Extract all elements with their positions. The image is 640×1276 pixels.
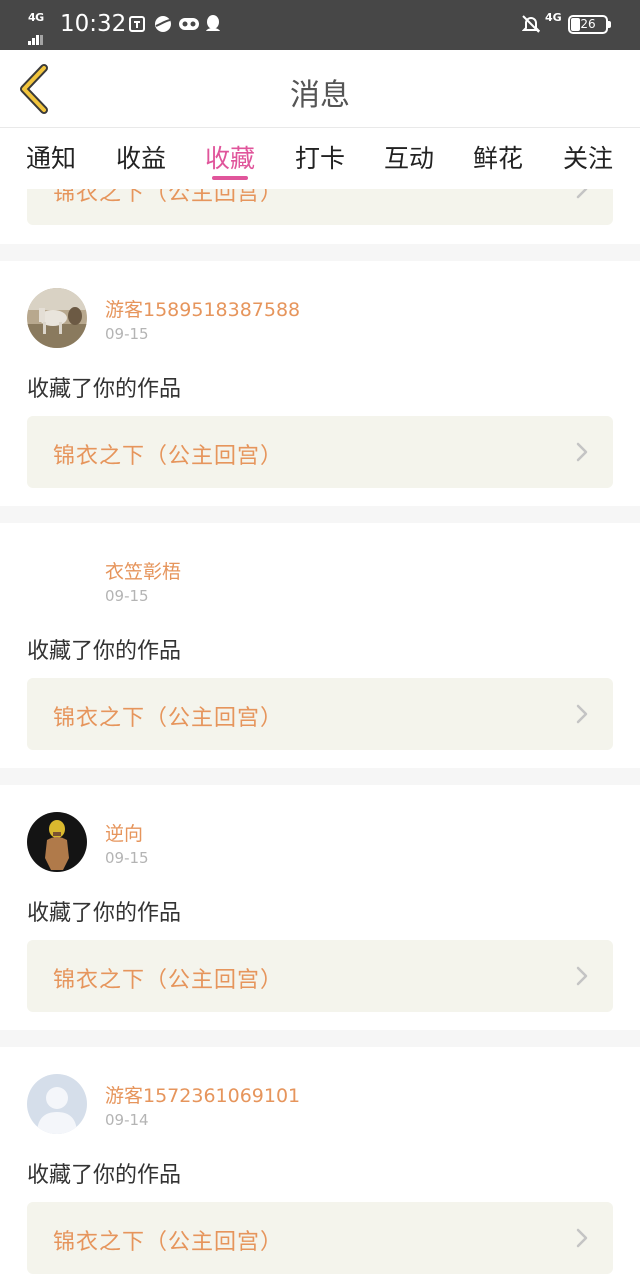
- browser-notification-icon: [155, 16, 171, 32]
- message-card: 锦衣之下（公主回宫）: [0, 189, 640, 244]
- message-card: 游客1589518387588 09-15 收藏了你的作品 锦衣之下（公主回宫）: [0, 261, 640, 506]
- chevron-right-icon: [576, 704, 588, 724]
- work-link[interactable]: 锦衣之下（公主回宫）: [27, 416, 613, 488]
- username[interactable]: 衣笠彰梧: [105, 557, 181, 584]
- message-date: 09-15: [105, 587, 149, 605]
- work-link[interactable]: 锦衣之下（公主回宫）: [27, 940, 613, 1012]
- username[interactable]: 游客1589518387588: [105, 295, 300, 322]
- work-title: 锦衣之下（公主回宫）: [53, 444, 284, 469]
- message-text: 收藏了你的作品: [27, 377, 182, 402]
- work-title: 锦衣之下（公主回宫）: [53, 189, 284, 206]
- nav-bar: 消息: [0, 50, 640, 128]
- blank-avatar: [27, 550, 87, 610]
- qq-icon: [206, 15, 220, 31]
- work-link[interactable]: 锦衣之下（公主回宫）: [27, 678, 613, 750]
- avatar[interactable]: [27, 288, 87, 348]
- chevron-right-icon: [576, 966, 588, 986]
- clock: 10:32: [60, 11, 127, 37]
- work-title: 锦衣之下（公主回宫）: [53, 968, 284, 993]
- username[interactable]: 游客1572361069101: [105, 1081, 300, 1108]
- horse-photo-avatar: [27, 288, 87, 348]
- message-date: 09-14: [105, 1111, 149, 1129]
- tab-earnings[interactable]: 收益: [96, 139, 186, 175]
- tab-notifications[interactable]: 通知: [6, 139, 96, 175]
- message-card: 衣笠彰梧 09-15 收藏了你的作品 锦衣之下（公主回宫）: [0, 523, 640, 768]
- avatar[interactable]: [27, 1074, 87, 1134]
- bell-muted-icon: [522, 15, 540, 33]
- message-text: 收藏了你的作品: [27, 901, 182, 926]
- signal-icon: 4G: [28, 11, 54, 45]
- message-feed[interactable]: 锦衣之下（公主回宫） 游客1589518387588 09-15 收藏了你的作品…: [0, 189, 640, 1276]
- active-tab-indicator: [212, 176, 248, 180]
- work-title: 锦衣之下（公主回宫）: [53, 1230, 284, 1255]
- battery-icon: 26: [568, 15, 608, 34]
- tab-flowers[interactable]: 鲜花: [453, 139, 543, 175]
- app-notification-icon: [129, 16, 145, 32]
- message-date: 09-15: [105, 849, 149, 867]
- chevron-right-icon: [576, 189, 588, 199]
- message-text: 收藏了你的作品: [27, 639, 182, 664]
- network-type-2: 4G: [545, 11, 562, 24]
- avatar[interactable]: [27, 812, 87, 872]
- username[interactable]: 逆向: [105, 819, 143, 846]
- message-card: 逆向 09-15 收藏了你的作品 锦衣之下（公主回宫）: [0, 785, 640, 1030]
- chevron-right-icon: [576, 442, 588, 462]
- tab-follow[interactable]: 关注: [543, 139, 633, 175]
- status-bar: 4G 10:32 4G 26: [0, 0, 640, 50]
- figure-photo-avatar: [27, 812, 87, 872]
- work-link[interactable]: 锦衣之下（公主回宫）: [27, 1202, 613, 1274]
- default-person-avatar: [27, 1074, 87, 1134]
- work-title: 锦衣之下（公主回宫）: [53, 706, 284, 731]
- tab-checkin[interactable]: 打卡: [275, 139, 365, 175]
- chevron-right-icon: [576, 1228, 588, 1248]
- message-card: 游客1572361069101 09-14 收藏了你的作品 锦衣之下（公主回宫）: [0, 1047, 640, 1276]
- tab-favorites[interactable]: 收藏: [185, 139, 275, 175]
- page-title: 消息: [290, 78, 350, 113]
- tab-bar: 通知 收益 收藏 打卡 互动 鲜花 关注: [0, 129, 640, 189]
- network-type: 4G: [28, 11, 44, 24]
- tab-interaction[interactable]: 互动: [364, 139, 454, 175]
- message-text: 收藏了你的作品: [27, 1163, 182, 1188]
- message-date: 09-15: [105, 325, 149, 343]
- game-notification-icon: [179, 18, 199, 30]
- work-link[interactable]: 锦衣之下（公主回宫）: [27, 189, 613, 225]
- battery-level: 26: [580, 17, 596, 31]
- avatar[interactable]: [27, 550, 87, 610]
